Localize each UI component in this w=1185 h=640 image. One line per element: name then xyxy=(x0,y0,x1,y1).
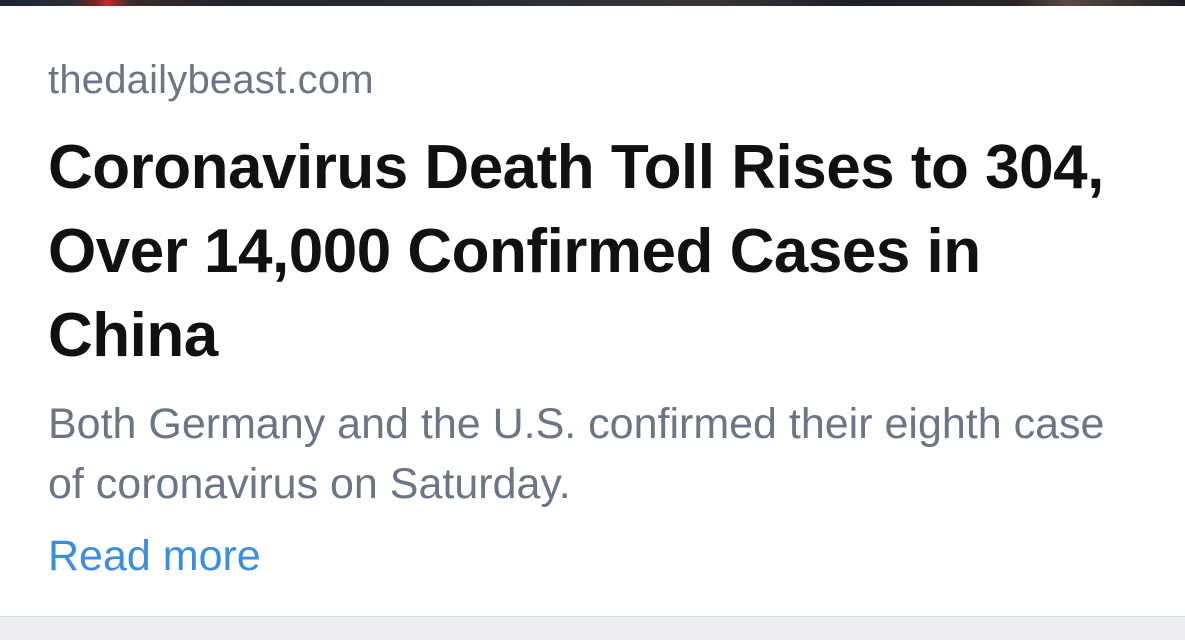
link-preview-card[interactable]: thedailybeast.com Coronavirus Death Toll… xyxy=(0,6,1185,616)
feed-background xyxy=(0,617,1185,640)
source-domain: thedailybeast.com xyxy=(48,58,374,102)
article-headline[interactable]: Coronavirus Death Toll Rises to 304, Ove… xyxy=(48,126,1158,378)
article-summary: Both Germany and the U.S. confirmed thei… xyxy=(48,400,1105,508)
read-more-link[interactable]: Read more xyxy=(48,530,261,582)
